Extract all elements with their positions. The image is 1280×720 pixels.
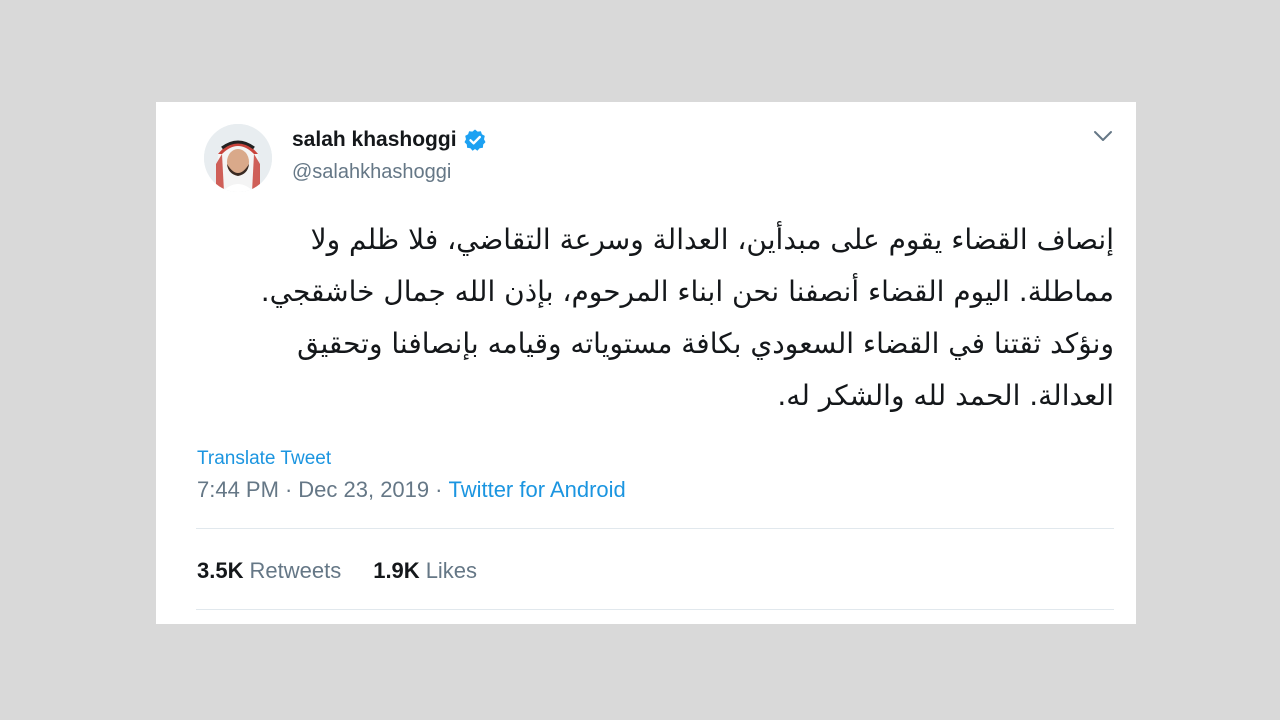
tweet-date[interactable]: Dec 23, 2019	[298, 477, 429, 503]
verified-badge-icon	[463, 128, 487, 152]
tweet-stats: 3.5K Retweets 1.9K Likes	[197, 558, 477, 584]
tweet-time[interactable]: 7:44 PM	[197, 477, 279, 503]
meta-separator: ·	[284, 477, 293, 502]
divider	[196, 609, 1114, 610]
name-row: salah khashoggi	[292, 128, 487, 152]
display-name[interactable]: salah khashoggi	[292, 128, 457, 152]
chevron-down-icon[interactable]	[1092, 128, 1114, 144]
divider	[196, 528, 1114, 529]
avatar-image	[204, 124, 272, 192]
likes-count: 1.9K	[373, 558, 420, 583]
tweet-meta: 7:44 PM · Dec 23, 2019 · Twitter for And…	[197, 477, 626, 503]
user-handle[interactable]: @salahkhashoggi	[292, 161, 451, 184]
likes-stat[interactable]: 1.9K Likes	[373, 558, 477, 584]
likes-label: Likes	[425, 558, 478, 583]
retweets-stat[interactable]: 3.5K Retweets	[197, 558, 341, 584]
tweet-line: ونؤكد ثقتنا في القضاء السعودي بكافة مستو…	[297, 327, 1114, 360]
tweet-line: مماطلة. اليوم القضاء أنصفنا نحن ابناء ال…	[260, 275, 1114, 308]
translate-tweet-link[interactable]: Translate Tweet	[197, 448, 331, 470]
meta-separator: ·	[435, 477, 443, 502]
tweet-source-link[interactable]: Twitter for Android	[448, 477, 625, 503]
tweet-line: العدالة. الحمد لله والشكر له.	[777, 379, 1114, 412]
avatar[interactable]	[204, 124, 272, 192]
tweet-card: salah khashoggi @salahkhashoggi إنصاف ال…	[156, 102, 1136, 624]
retweets-count: 3.5K	[197, 558, 244, 583]
tweet-line: إنصاف القضاء يقوم على مبدأين، العدالة وس…	[310, 223, 1114, 256]
tweet-text: إنصاف القضاء يقوم على مبدأين، العدالة وس…	[196, 214, 1114, 422]
retweets-label: Retweets	[249, 558, 342, 583]
